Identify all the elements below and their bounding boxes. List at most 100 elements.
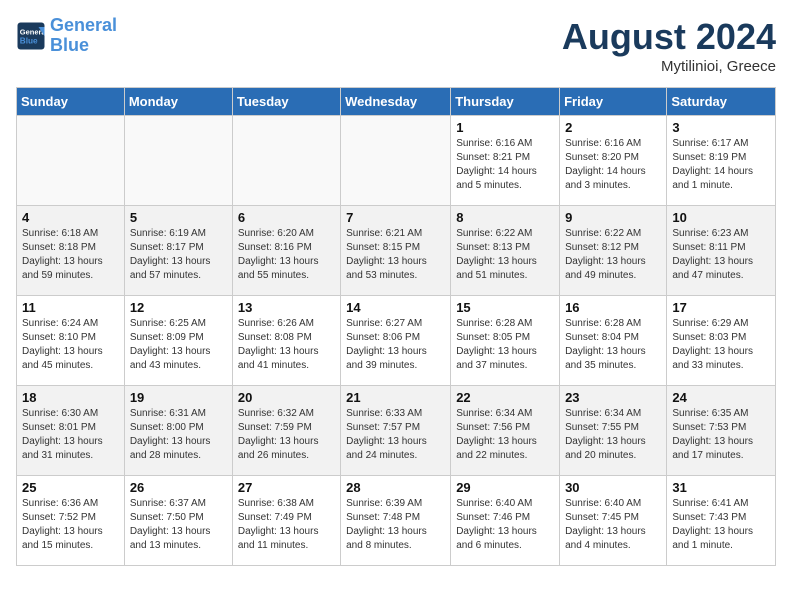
svg-text:Blue: Blue — [20, 36, 38, 45]
logo-subtext: Blue — [50, 36, 117, 56]
day-number: 25 — [22, 480, 119, 495]
day-number: 17 — [672, 300, 770, 315]
weekday-header: Monday — [124, 88, 232, 116]
day-info: Sunrise: 6:20 AM Sunset: 8:16 PM Dayligh… — [238, 227, 335, 283]
day-number: 11 — [22, 300, 119, 315]
calendar-cell: 31 Sunrise: 6:41 AM Sunset: 7:43 PM Dayli… — [667, 476, 776, 566]
day-number: 31 — [672, 480, 770, 495]
calendar-cell: 6 Sunrise: 6:20 AM Sunset: 8:16 PM Daylig… — [232, 206, 340, 296]
logo-text: General — [50, 16, 117, 36]
day-info: Sunrise: 6:28 AM Sunset: 8:05 PM Dayligh… — [456, 317, 554, 373]
calendar-cell: 17 Sunrise: 6:29 AM Sunset: 8:03 PM Dayli… — [667, 296, 776, 386]
day-number: 5 — [130, 210, 227, 225]
day-info: Sunrise: 6:19 AM Sunset: 8:17 PM Dayligh… — [130, 227, 227, 283]
logo: General Blue General Blue — [16, 16, 117, 56]
day-number: 24 — [672, 390, 770, 405]
day-info: Sunrise: 6:25 AM Sunset: 8:09 PM Dayligh… — [130, 317, 227, 373]
calendar-cell: 22Sunrise: 6:34 AM Sunset: 7:56 PM Dayli… — [451, 386, 560, 476]
calendar-cell: 15Sunrise: 6:28 AM Sunset: 8:05 PM Dayli… — [451, 296, 560, 386]
day-info: Sunrise: 6:34 AM Sunset: 7:55 PM Dayligh… — [565, 407, 661, 463]
day-info: Sunrise: 6:41 AM Sunset: 7:43 PM Dayligh… — [672, 497, 770, 553]
day-number: 30 — [565, 480, 661, 495]
weekday-header: Thursday — [451, 88, 560, 116]
calendar-cell: 11 Sunrise: 6:24 AM Sunset: 8:10 PM Dayli… — [17, 296, 125, 386]
calendar-week-row: 18Sunrise: 6:30 AM Sunset: 8:01 PM Dayli… — [17, 386, 776, 476]
calendar-cell: 24 Sunrise: 6:35 AM Sunset: 7:53 PM Dayli… — [667, 386, 776, 476]
day-number: 27 — [238, 480, 335, 495]
day-info: Sunrise: 6:30 AM Sunset: 8:01 PM Dayligh… — [22, 407, 119, 463]
day-info: Sunrise: 6:22 AM Sunset: 8:12 PM Dayligh… — [565, 227, 661, 283]
day-info: Sunrise: 6:16 AM Sunset: 8:21 PM Dayligh… — [456, 137, 554, 193]
day-number: 1 — [456, 120, 554, 135]
weekday-header: Friday — [560, 88, 667, 116]
calendar-table: SundayMondayTuesdayWednesdayThursdayFrid… — [16, 87, 776, 566]
day-number: 10 — [672, 210, 770, 225]
calendar-cell: 5 Sunrise: 6:19 AM Sunset: 8:17 PM Daylig… — [124, 206, 232, 296]
calendar-cell: 21 Sunrise: 6:33 AM Sunset: 7:57 PM Dayli… — [341, 386, 451, 476]
calendar-cell: 3Sunrise: 6:17 AM Sunset: 8:19 PM Daylig… — [667, 116, 776, 206]
day-info: Sunrise: 6:35 AM Sunset: 7:53 PM Dayligh… — [672, 407, 770, 463]
weekday-header: Tuesday — [232, 88, 340, 116]
calendar-cell: 9 Sunrise: 6:22 AM Sunset: 8:12 PM Daylig… — [560, 206, 667, 296]
day-info: Sunrise: 6:37 AM Sunset: 7:50 PM Dayligh… — [130, 497, 227, 553]
day-number: 28 — [346, 480, 445, 495]
day-number: 14 — [346, 300, 445, 315]
title-block: August 2024 Mytilinioi, Greece — [562, 16, 776, 75]
calendar-cell: 12 Sunrise: 6:25 AM Sunset: 8:09 PM Dayli… — [124, 296, 232, 386]
calendar-week-row: 1 Sunrise: 6:16 AM Sunset: 8:21 PM Daylig… — [17, 116, 776, 206]
calendar-cell: 27Sunrise: 6:38 AM Sunset: 7:49 PM Dayli… — [232, 476, 340, 566]
day-number: 2 — [565, 120, 661, 135]
day-number: 26 — [130, 480, 227, 495]
location-subtitle: Mytilinioi, Greece — [562, 58, 776, 75]
day-number: 21 — [346, 390, 445, 405]
day-info: Sunrise: 6:40 AM Sunset: 7:45 PM Dayligh… — [565, 497, 661, 553]
calendar-cell: 28Sunrise: 6:39 AM Sunset: 7:48 PM Dayli… — [341, 476, 451, 566]
day-info: Sunrise: 6:27 AM Sunset: 8:06 PM Dayligh… — [346, 317, 445, 373]
day-info: Sunrise: 6:21 AM Sunset: 8:15 PM Dayligh… — [346, 227, 445, 283]
calendar-week-row: 4Sunrise: 6:18 AM Sunset: 8:18 PM Daylig… — [17, 206, 776, 296]
calendar-week-row: 11 Sunrise: 6:24 AM Sunset: 8:10 PM Dayli… — [17, 296, 776, 386]
day-info: Sunrise: 6:22 AM Sunset: 8:13 PM Dayligh… — [456, 227, 554, 283]
calendar-cell: 4Sunrise: 6:18 AM Sunset: 8:18 PM Daylig… — [17, 206, 125, 296]
day-info: Sunrise: 6:28 AM Sunset: 8:04 PM Dayligh… — [565, 317, 661, 373]
calendar-cell: 23 Sunrise: 6:34 AM Sunset: 7:55 PM Dayli… — [560, 386, 667, 476]
day-info: Sunrise: 6:17 AM Sunset: 8:19 PM Dayligh… — [672, 137, 770, 193]
calendar-cell: 30 Sunrise: 6:40 AM Sunset: 7:45 PM Dayli… — [560, 476, 667, 566]
calendar-cell: 13 Sunrise: 6:26 AM Sunset: 8:08 PM Dayli… — [232, 296, 340, 386]
day-number: 13 — [238, 300, 335, 315]
day-number: 12 — [130, 300, 227, 315]
calendar-cell: 19 Sunrise: 6:31 AM Sunset: 8:00 PM Dayli… — [124, 386, 232, 476]
calendar-cell: 18Sunrise: 6:30 AM Sunset: 8:01 PM Dayli… — [17, 386, 125, 476]
day-number: 6 — [238, 210, 335, 225]
calendar-cell: 26 Sunrise: 6:37 AM Sunset: 7:50 PM Dayli… — [124, 476, 232, 566]
day-info: Sunrise: 6:32 AM Sunset: 7:59 PM Dayligh… — [238, 407, 335, 463]
calendar-cell: 16 Sunrise: 6:28 AM Sunset: 8:04 PM Dayli… — [560, 296, 667, 386]
day-info: Sunrise: 6:29 AM Sunset: 8:03 PM Dayligh… — [672, 317, 770, 373]
day-info: Sunrise: 6:16 AM Sunset: 8:20 PM Dayligh… — [565, 137, 661, 193]
day-number: 29 — [456, 480, 554, 495]
day-number: 23 — [565, 390, 661, 405]
calendar-cell: 7 Sunrise: 6:21 AM Sunset: 8:15 PM Daylig… — [341, 206, 451, 296]
day-info: Sunrise: 6:33 AM Sunset: 7:57 PM Dayligh… — [346, 407, 445, 463]
weekday-header-row: SundayMondayTuesdayWednesdayThursdayFrid… — [17, 88, 776, 116]
calendar-cell: 1 Sunrise: 6:16 AM Sunset: 8:21 PM Daylig… — [451, 116, 560, 206]
day-number: 16 — [565, 300, 661, 315]
day-number: 22 — [456, 390, 554, 405]
day-number: 19 — [130, 390, 227, 405]
calendar-week-row: 25 Sunrise: 6:36 AM Sunset: 7:52 PM Dayli… — [17, 476, 776, 566]
calendar-cell: 20Sunrise: 6:32 AM Sunset: 7:59 PM Dayli… — [232, 386, 340, 476]
weekday-header: Wednesday — [341, 88, 451, 116]
day-info: Sunrise: 6:24 AM Sunset: 8:10 PM Dayligh… — [22, 317, 119, 373]
day-info: Sunrise: 6:31 AM Sunset: 8:00 PM Dayligh… — [130, 407, 227, 463]
day-number: 9 — [565, 210, 661, 225]
day-info: Sunrise: 6:23 AM Sunset: 8:11 PM Dayligh… — [672, 227, 770, 283]
calendar-cell: 2 Sunrise: 6:16 AM Sunset: 8:20 PM Daylig… — [560, 116, 667, 206]
day-number: 7 — [346, 210, 445, 225]
calendar-cell: 29Sunrise: 6:40 AM Sunset: 7:46 PM Dayli… — [451, 476, 560, 566]
calendar-cell — [17, 116, 125, 206]
day-info: Sunrise: 6:26 AM Sunset: 8:08 PM Dayligh… — [238, 317, 335, 373]
weekday-header: Saturday — [667, 88, 776, 116]
logo-icon: General Blue — [16, 21, 46, 51]
calendar-cell — [124, 116, 232, 206]
day-info: Sunrise: 6:36 AM Sunset: 7:52 PM Dayligh… — [22, 497, 119, 553]
